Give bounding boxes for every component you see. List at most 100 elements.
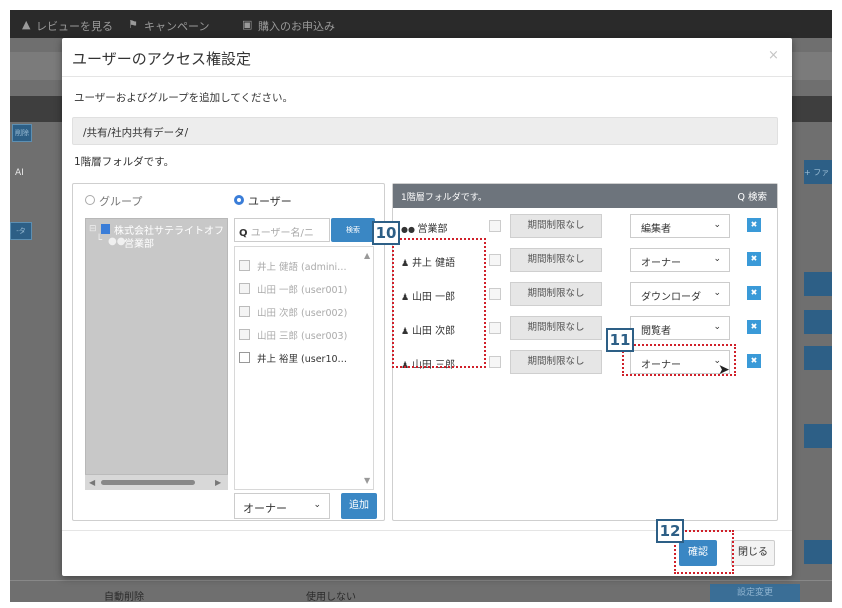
user-checkbox: [239, 306, 250, 317]
folder-path: /共有/社内共有データ/: [72, 117, 778, 145]
group-radio[interactable]: [85, 195, 95, 205]
member-picker-panel: グループ ユーザー ⊟ 株式会社サテライトオフ └ ●● 営業部 ◀ ▶ Q ユ…: [72, 183, 385, 521]
user-radio-label[interactable]: ユーザー: [248, 193, 292, 209]
folder-level-text: 1階層フォルダです。: [74, 156, 175, 168]
remove-icon[interactable]: ✖: [747, 218, 761, 232]
top-nav-bar: ▲ レビューを見る ⚑ キャンペーン ▣ 購入のお申込み: [10, 10, 832, 38]
user-search-input[interactable]: Q ユーザー名/ニ: [234, 218, 330, 242]
role-select-value: オーナー: [243, 502, 287, 515]
group-radio-label[interactable]: グループ: [99, 193, 142, 209]
search-placeholder: ユーザー名/ニ: [250, 228, 314, 239]
permission-checkbox[interactable]: [489, 356, 501, 368]
nav-campaign-link[interactable]: キャンペーン: [144, 18, 209, 34]
close-icon[interactable]: ×: [768, 48, 779, 63]
modal-title: ユーザーのアクセス権設定: [72, 50, 251, 68]
user-label: 井上 健語 (admini…: [257, 262, 347, 273]
background-right-button[interactable]: [804, 540, 832, 564]
user-checkbox: [239, 352, 250, 363]
annotation-number: 12: [656, 519, 684, 543]
search-icon: Q: [239, 228, 248, 239]
scroll-up-icon[interactable]: ▲: [364, 251, 370, 260]
permission-checkbox[interactable]: [489, 288, 501, 300]
permission-role-select[interactable]: 閲覧者 ⌄: [630, 316, 730, 340]
user-list-item: 山田 次郎 (user002): [239, 304, 363, 324]
background-side-tab[interactable]: -タ: [10, 222, 32, 240]
user-checkbox: [239, 283, 250, 294]
search-button[interactable]: 検索: [331, 218, 375, 242]
permission-role-select[interactable]: 編集者 ⌄: [630, 214, 730, 238]
chevron-down-icon: ⌄: [713, 322, 721, 332]
group-tree[interactable]: ⊟ 株式会社サテライトオフ └ ●● 営業部: [85, 218, 228, 490]
close-button[interactable]: 閉じる: [731, 540, 775, 566]
user-label: 山田 一郎 (user001): [257, 285, 348, 296]
permission-list-header: 1階層フォルダです。 Q 検索: [393, 184, 777, 208]
time-limit-button[interactable]: 期間制限なし: [510, 214, 602, 238]
background-right-button[interactable]: [804, 424, 832, 448]
remove-icon[interactable]: ✖: [747, 252, 761, 266]
tree-horizontal-scrollbar[interactable]: ◀ ▶: [85, 474, 228, 490]
user-list-item: 山田 一郎 (user001): [239, 281, 363, 301]
time-limit-button[interactable]: 期間制限なし: [510, 350, 602, 374]
background-right-button[interactable]: [804, 272, 832, 296]
user-label: 山田 次郎 (user002): [257, 308, 348, 319]
permission-member-name: ●● 営業部: [401, 220, 448, 235]
thumbs-up-icon: ▲: [22, 18, 31, 31]
chevron-down-icon: ⌄: [313, 500, 321, 510]
chevron-down-icon: ⌄: [713, 254, 721, 264]
nav-review-link[interactable]: レビューを見る: [36, 18, 113, 34]
permission-role-select[interactable]: ダウンローダ ⌄: [630, 282, 730, 306]
group-icon: ●●: [401, 225, 418, 234]
add-button[interactable]: 追加: [341, 493, 377, 519]
time-limit-button[interactable]: 期間制限なし: [510, 316, 602, 340]
permission-role-select[interactable]: オーナー ⌄: [630, 248, 730, 272]
divider: [62, 76, 792, 77]
remove-icon[interactable]: ✖: [747, 320, 761, 334]
company-icon: [101, 224, 110, 234]
instruction-text: ユーザーおよびグループを追加してください。: [74, 92, 294, 104]
scroll-down-icon[interactable]: ▼: [364, 476, 370, 485]
flag-icon: ⚑: [128, 18, 138, 31]
background-delete-button[interactable]: 削除: [12, 124, 32, 142]
user-list-item: 山田 三郎 (user003): [239, 327, 363, 347]
time-limit-button[interactable]: 期間制限なし: [510, 248, 602, 272]
user-list-item[interactable]: 井上 裕里 (user10…: [239, 350, 363, 370]
permission-checkbox[interactable]: [489, 220, 501, 232]
tree-child-label[interactable]: 営業部: [124, 235, 154, 250]
role-select[interactable]: オーナー ⌄: [234, 493, 330, 519]
permission-search-link[interactable]: Q 検索: [737, 189, 767, 203]
background-change-settings-button[interactable]: 設定変更: [710, 584, 800, 602]
remove-icon[interactable]: ✖: [747, 286, 761, 300]
member-name: 営業部: [417, 224, 448, 235]
scrollbar-thumb[interactable]: [101, 480, 195, 485]
background-add-file-button[interactable]: + ファ: [804, 160, 832, 184]
nav-purchase-link[interactable]: 購入のお申込み: [258, 18, 335, 34]
background-side-label: AI: [15, 168, 24, 178]
annotation-highlight-members: [392, 238, 486, 368]
user-checkbox: [239, 329, 250, 340]
divider: [10, 580, 832, 581]
permission-checkbox[interactable]: [489, 254, 501, 266]
group-icon: ●●: [108, 236, 126, 247]
user-list-item: 井上 健語 (admini…: [239, 258, 363, 278]
user-label: 井上 裕里 (user10…: [257, 354, 348, 365]
background-right-button[interactable]: [804, 310, 832, 334]
mouse-cursor-icon: ➤: [718, 362, 730, 378]
user-label: 山田 三郎 (user003): [257, 331, 348, 342]
background-auto-delete-value: 使用しない: [306, 592, 356, 602]
scroll-left-icon[interactable]: ◀: [89, 478, 95, 487]
time-limit-button[interactable]: 期間制限なし: [510, 282, 602, 306]
scroll-right-icon[interactable]: ▶: [215, 478, 221, 487]
background-right-button[interactable]: [804, 346, 832, 370]
user-radio[interactable]: [234, 195, 244, 205]
role-value: 編集者: [641, 224, 671, 235]
permission-search-label: 検索: [747, 192, 767, 203]
remove-icon[interactable]: ✖: [747, 354, 761, 368]
permission-checkbox[interactable]: [489, 322, 501, 334]
chevron-down-icon: ⌄: [713, 288, 721, 298]
tree-expand-icon[interactable]: ⊟: [89, 224, 97, 234]
role-value: オーナー: [641, 258, 681, 269]
annotation-number: 11: [606, 328, 634, 352]
background-auto-delete-label: 自動削除: [104, 592, 144, 602]
search-icon: Q: [737, 192, 748, 203]
user-list: 井上 健語 (admini… 山田 一郎 (user001) 山田 次郎 (us…: [234, 246, 374, 490]
